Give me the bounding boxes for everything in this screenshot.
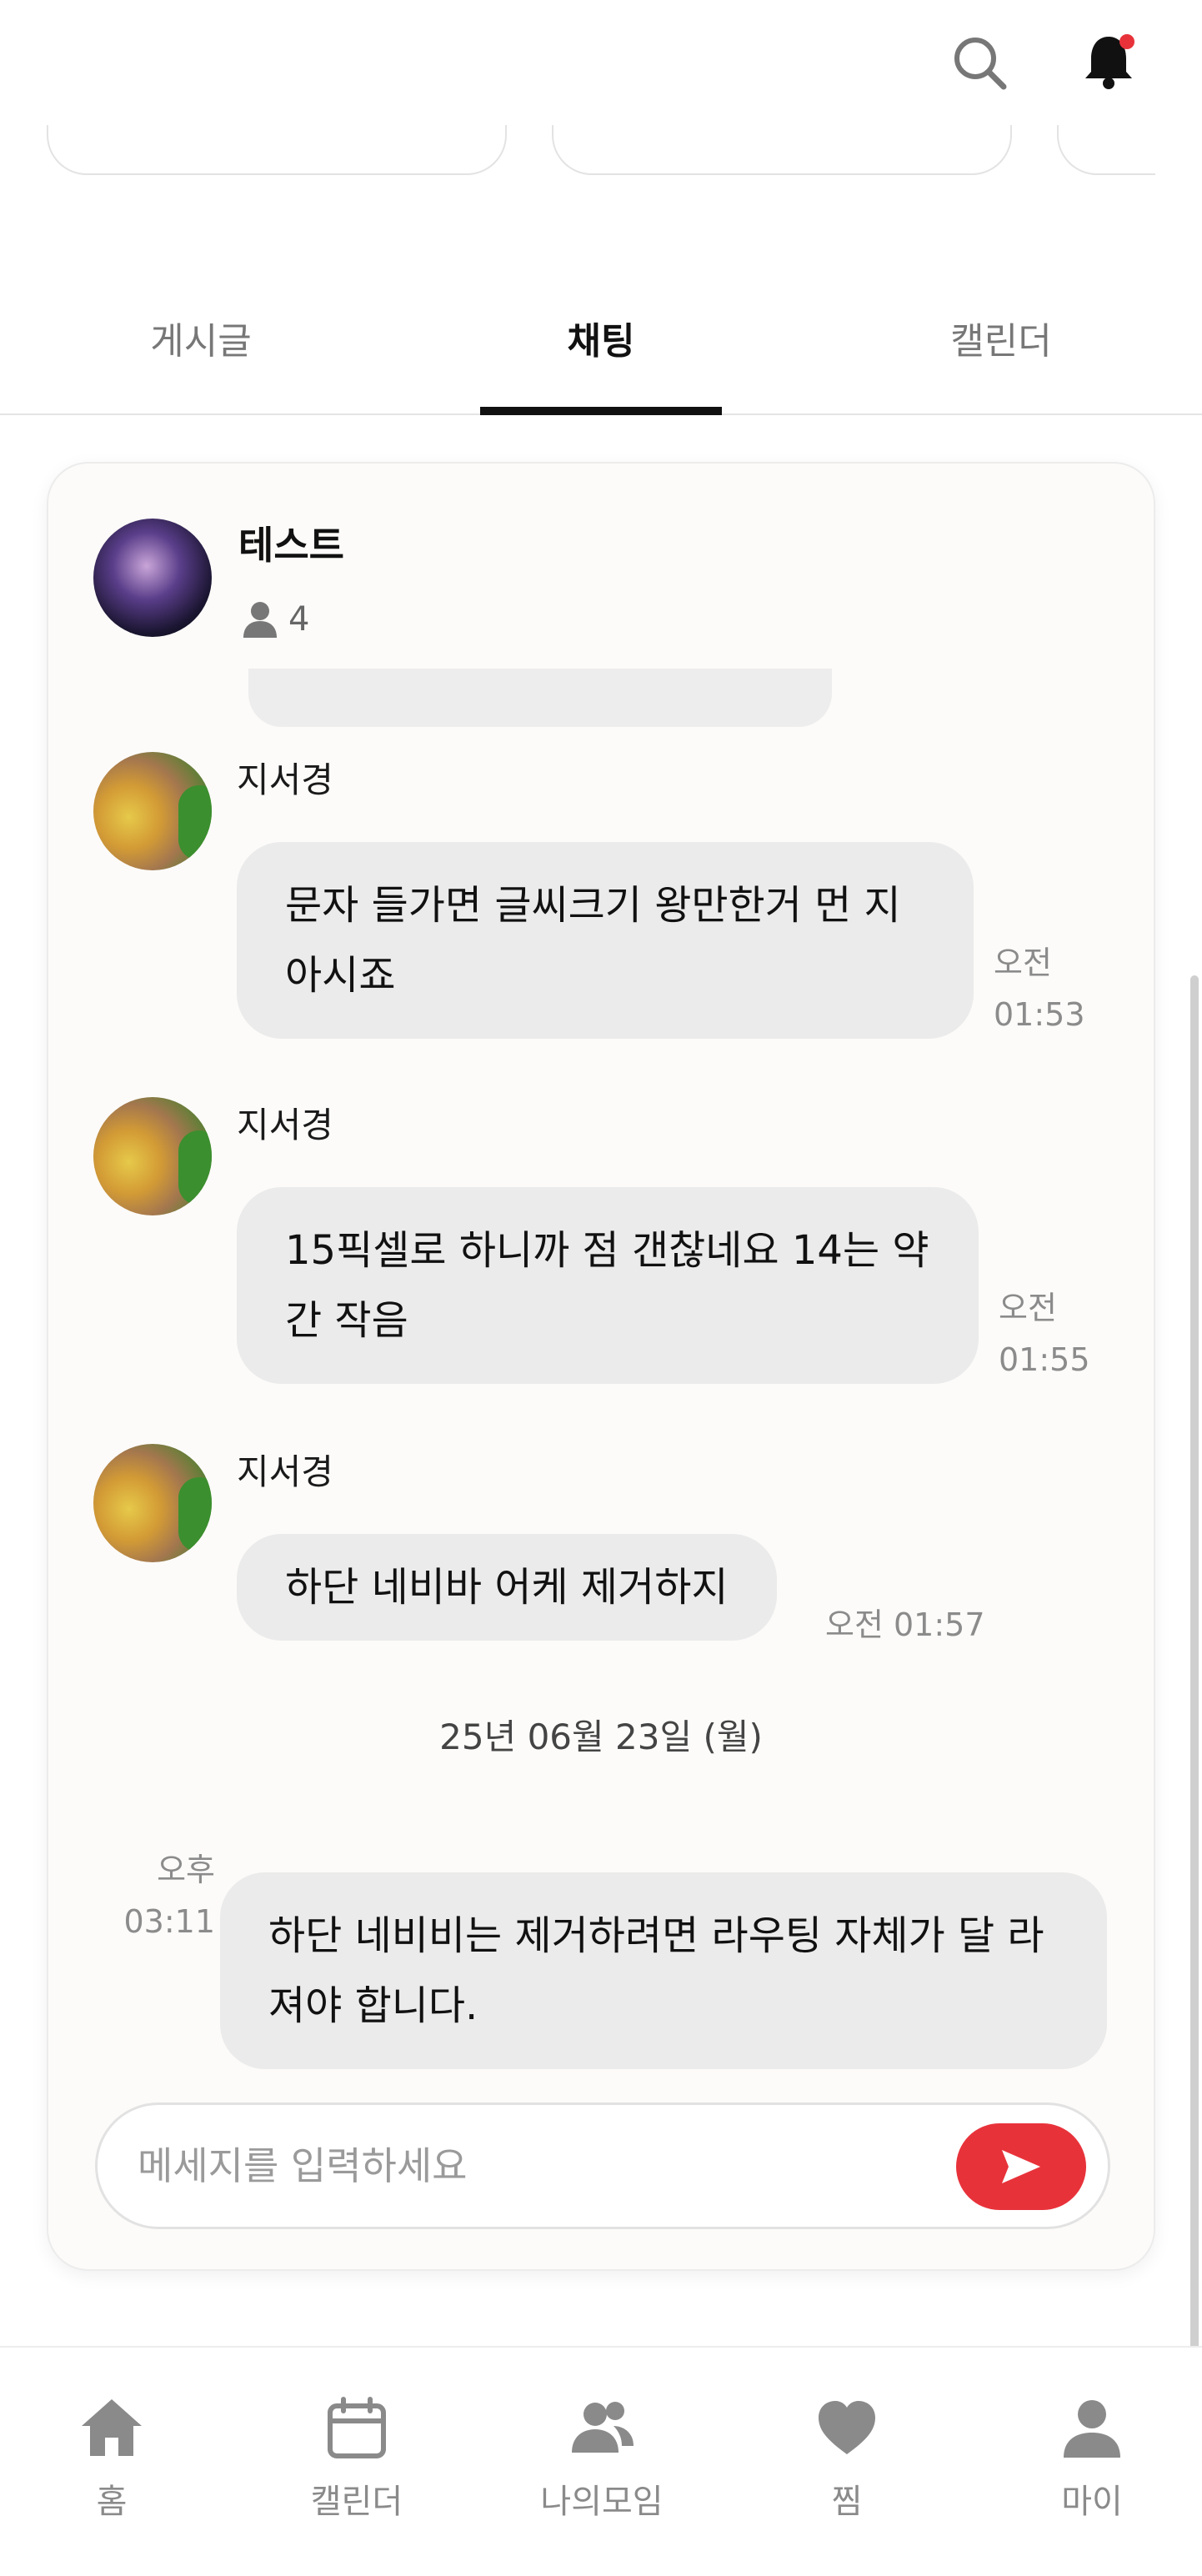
heart-icon (819, 2401, 875, 2454)
time-ampm: 오후 (157, 1852, 215, 1888)
date-separator: 25년 06월 23일 (월) (439, 1716, 763, 1757)
active-tab-indicator (480, 407, 722, 415)
time-ampm: 오전 (999, 1290, 1057, 1326)
home-icon (82, 2399, 142, 2456)
group-card-strip (47, 125, 1155, 183)
nav-label: 찜 (831, 2483, 863, 2521)
nav-label: 마이 (1061, 2483, 1123, 2521)
tab-bar: 게시글 채팅 캘린더 (0, 308, 1202, 415)
chat-screen: 게시글 채팅 캘린더 테스트 4 지서경 문자 들가면 글씨크기 왕만한거 먼 … (0, 0, 1202, 2576)
scrollbar[interactable] (1190, 975, 1199, 2351)
time-ampm: 오전 (994, 945, 1052, 981)
avatar[interactable] (93, 752, 212, 870)
top-header (0, 0, 1202, 125)
nav-home[interactable]: 홈 (28, 2393, 195, 2523)
avatar[interactable] (93, 1444, 212, 1562)
message-bubble[interactable]: 문자 들가면 글씨크기 왕만한거 먼 지 아시죠 (237, 842, 974, 1039)
message-time: 오후 03:11 (123, 1844, 215, 1947)
person-icon (1064, 2400, 1120, 2458)
nav-favorites[interactable]: 찜 (764, 2393, 930, 2523)
nav-label: 캘린더 (310, 2483, 403, 2521)
nav-my[interactable]: 마이 (1009, 2393, 1175, 2523)
group-icon (572, 2402, 634, 2453)
message-time: 오전 01:53 (994, 937, 1085, 1040)
nav-calendar[interactable]: 캘린더 (273, 2393, 440, 2523)
calendar-icon (328, 2397, 386, 2458)
tab-calendar[interactable]: 캘린더 (880, 308, 1122, 413)
group-card[interactable] (47, 125, 507, 175)
time-clock: 03:11 (123, 1903, 215, 1940)
member-count: 4 (242, 597, 309, 642)
tab-chat[interactable]: 채팅 (480, 308, 722, 413)
notification-dot (1119, 34, 1134, 49)
bottom-navigation: 홈 캘린더 나의모임 찜 마이 (0, 2346, 1202, 2576)
my-message-bubble[interactable]: 하단 네비비는 제거하려면 라우팅 자체가 달 라져야 합니다. (220, 1872, 1107, 2069)
send-icon (1002, 2150, 1040, 2183)
message-bubble[interactable]: 15픽셀로 하니까 점 갠찮네요 14는 약간 작음 (237, 1187, 979, 1384)
member-count-value: 4 (288, 600, 310, 639)
nav-my-groups[interactable]: 나의모임 (518, 2393, 685, 2523)
nav-label: 홈 (96, 2483, 128, 2521)
sender-name: 지서경 (237, 759, 333, 800)
time-clock: 01:53 (994, 996, 1085, 1033)
chat-panel: 테스트 4 지서경 문자 들가면 글씨크기 왕만한거 먼 지 아시죠 오전 01… (47, 462, 1155, 2271)
message-bubble[interactable]: 하단 네비바 어케 제거하지 (237, 1534, 777, 1641)
group-card[interactable] (1057, 125, 1155, 175)
room-avatar (93, 519, 212, 637)
tab-posts[interactable]: 게시글 (80, 308, 322, 413)
message-time: 오전 01:55 (999, 1282, 1090, 1386)
message-time: 오전 01:57 (825, 1606, 985, 1643)
bell-icon[interactable] (1077, 30, 1140, 93)
message-composer (95, 2102, 1110, 2229)
time-clock: 01:55 (999, 1341, 1090, 1378)
sender-name: 지서경 (237, 1105, 333, 1145)
avatar[interactable] (93, 1097, 212, 1215)
message-input[interactable] (138, 2105, 954, 2227)
search-icon[interactable] (947, 30, 1010, 93)
person-icon (243, 602, 277, 638)
group-card[interactable] (552, 125, 1012, 175)
send-button[interactable] (956, 2123, 1086, 2210)
nav-label: 나의모임 (540, 2483, 664, 2521)
sender-name: 지서경 (237, 1451, 333, 1492)
previous-message-bubble (248, 669, 832, 727)
room-title: 테스트 (238, 523, 344, 568)
